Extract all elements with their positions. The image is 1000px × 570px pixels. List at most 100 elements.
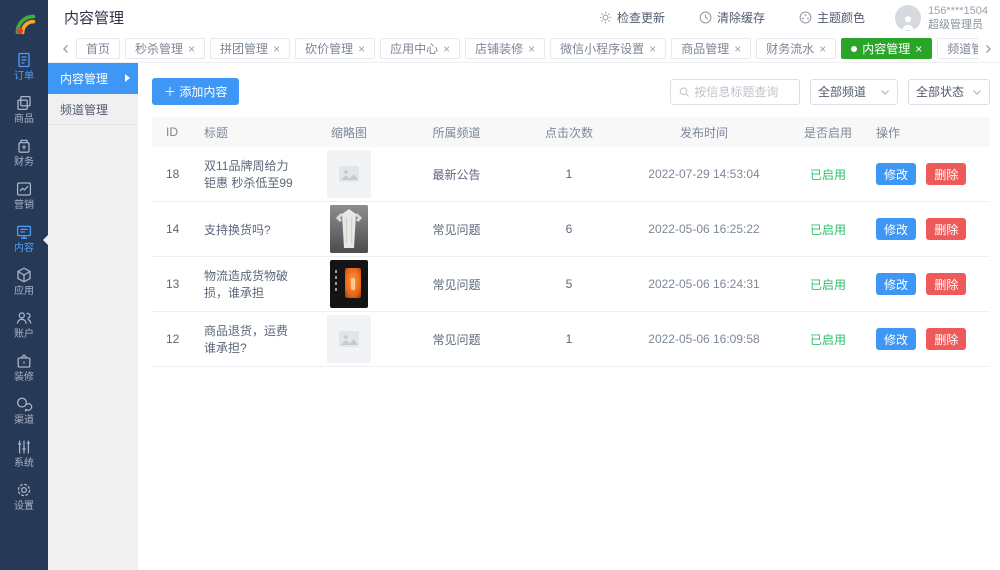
status-filter-select[interactable]: 全部状态 (908, 79, 990, 105)
close-icon[interactable]: × (819, 43, 826, 55)
cell-title: 双11品牌周给力钜惠 秒杀低至99 (200, 157, 299, 191)
user-menu[interactable]: 156****1504 超级管理员 (895, 5, 988, 31)
sidebar-item-goods[interactable]: 商品 (0, 89, 48, 132)
tab-label: 店铺装修 (475, 40, 523, 57)
sidebar-item-label: 内容 (14, 243, 34, 255)
placeholder-image-icon (327, 315, 371, 363)
secondary-sidebar: 内容管理 频道管理 (48, 63, 138, 570)
edit-button[interactable]: 修改 (876, 218, 916, 240)
tab-group-buy[interactable]: 拼团管理 × (210, 38, 290, 59)
tabs-scroll-left-icon[interactable] (56, 44, 76, 54)
table-row: 12 商品退货，运费谁承担? 常见问题 (152, 312, 990, 367)
chevron-down-icon (972, 87, 982, 97)
delete-button[interactable]: 删除 (926, 328, 966, 350)
col-header-enabled: 是否启用 (784, 124, 872, 141)
edit-button[interactable]: 修改 (876, 163, 916, 185)
person-icon (899, 13, 917, 31)
sidebar-item-marketing[interactable]: 营销 (0, 175, 48, 218)
tab-finance-flow[interactable]: 财务流水 × (756, 38, 836, 59)
delete-button[interactable]: 删除 (926, 218, 966, 240)
tab-wechat-miniprogram-settings[interactable]: 微信小程序设置 × (550, 38, 666, 59)
delete-button[interactable]: 删除 (926, 163, 966, 185)
close-icon[interactable]: × (273, 43, 280, 55)
clear-cache-label: 清除缓存 (717, 9, 765, 26)
col-header-actions: 操作 (872, 124, 990, 141)
close-icon[interactable]: × (734, 43, 741, 55)
sidebar-item-orders[interactable]: 订单 (0, 46, 48, 89)
avatar (895, 5, 921, 31)
close-icon[interactable]: × (443, 43, 450, 55)
add-content-button[interactable]: ＋ 添加内容 (152, 78, 239, 105)
status-filter-value: 全部状态 (916, 83, 964, 100)
status-badge: 已启用 (784, 221, 872, 238)
cell-channel: 常见问题 (399, 221, 514, 238)
clear-cache-button[interactable]: 清除缓存 (699, 9, 765, 26)
tab-label: 秒杀管理 (135, 40, 183, 57)
tab-flash-sale[interactable]: 秒杀管理 × (125, 38, 205, 59)
active-tab-dot-icon (851, 46, 857, 52)
cell-published: 2022-05-06 16:09:58 (624, 332, 784, 346)
sidebar-item-system[interactable]: 系统 (0, 433, 48, 476)
tab-content-management[interactable]: 内容管理 × (841, 38, 932, 59)
delete-button[interactable]: 删除 (926, 273, 966, 295)
table-row: 13 物流造成货物破损，谁承担 (152, 257, 990, 312)
chevron-down-icon (880, 87, 890, 97)
tab-goods-management[interactable]: 商品管理 × (671, 38, 751, 59)
cell-id: 18 (152, 167, 200, 181)
sidebar-item-apps[interactable]: 应用 (0, 261, 48, 304)
edit-button[interactable]: 修改 (876, 273, 916, 295)
submenu-item-content-management[interactable]: 内容管理 (48, 63, 138, 94)
close-icon[interactable]: × (528, 43, 535, 55)
search-icon (679, 86, 689, 98)
cell-channel: 常见问题 (399, 331, 514, 348)
cell-title: 支持换货吗? (200, 221, 299, 238)
sidebar-item-settings[interactable]: 设置 (0, 476, 48, 519)
caret-right-icon (125, 74, 130, 82)
white-shirt-photo-thumbnail (330, 205, 368, 253)
sidebar-item-channel[interactable]: 渠道 (0, 390, 48, 433)
tab-label: 应用中心 (390, 40, 438, 57)
close-icon[interactable]: × (358, 43, 365, 55)
cell-published: 2022-07-29 14:53:04 (624, 167, 784, 181)
user-meta: 156****1504 超级管理员 (928, 5, 988, 31)
check-update-label: 检查更新 (617, 9, 665, 26)
cell-clicks: 6 (514, 222, 624, 236)
cell-clicks: 1 (514, 167, 624, 181)
tab-app-center[interactable]: 应用中心 × (380, 38, 460, 59)
sidebar-item-decoration[interactable]: 装修 (0, 347, 48, 390)
cell-id: 14 (152, 222, 200, 236)
tab-channel-management[interactable]: 频道管理 × (937, 38, 978, 59)
page-title: 内容管理 (64, 7, 124, 28)
clock-icon (699, 11, 712, 24)
main-panel: ＋ 添加内容 全部频道 全部状 (138, 63, 1000, 570)
edit-button[interactable]: 修改 (876, 328, 916, 350)
status-badge: 已启用 (784, 331, 872, 348)
sidebar-item-finance[interactable]: 财务 (0, 132, 48, 175)
close-icon[interactable]: × (649, 43, 656, 55)
app-logo[interactable] (0, 0, 48, 46)
channel-filter-select[interactable]: 全部频道 (810, 79, 898, 105)
sidebar-item-label: 订单 (14, 71, 34, 83)
sidebar-item-label: 营销 (14, 200, 34, 212)
toolbar: ＋ 添加内容 全部频道 全部状 (138, 63, 1000, 117)
cell-title: 物流造成货物破损，谁承担 (200, 267, 299, 301)
submenu-label: 频道管理 (60, 101, 108, 118)
theme-color-label: 主题颜色 (817, 9, 865, 26)
sidebar-item-label: 渠道 (14, 415, 34, 427)
sidebar-item-content[interactable]: 内容 (0, 218, 48, 261)
close-icon[interactable]: × (188, 43, 195, 55)
col-header-id: ID (152, 125, 200, 139)
submenu-item-channel-management[interactable]: 频道管理 (48, 94, 138, 125)
theme-palette-icon (799, 11, 812, 24)
close-icon[interactable]: × (915, 43, 922, 55)
title-search-input[interactable] (694, 85, 791, 99)
tab-shop-decoration[interactable]: 店铺装修 × (465, 38, 545, 59)
theme-color-button[interactable]: 主题颜色 (799, 9, 865, 26)
tab-bargain[interactable]: 砍价管理 × (295, 38, 375, 59)
tabs-scroll-right-icon[interactable] (978, 44, 998, 54)
content-area: 内容管理 频道管理 ＋ 添加内容 (48, 63, 1000, 570)
update-sun-icon (599, 11, 612, 24)
tab-home[interactable]: 首页 (76, 38, 120, 59)
sidebar-item-account[interactable]: 账户 (0, 304, 48, 347)
check-update-button[interactable]: 检查更新 (599, 9, 665, 26)
